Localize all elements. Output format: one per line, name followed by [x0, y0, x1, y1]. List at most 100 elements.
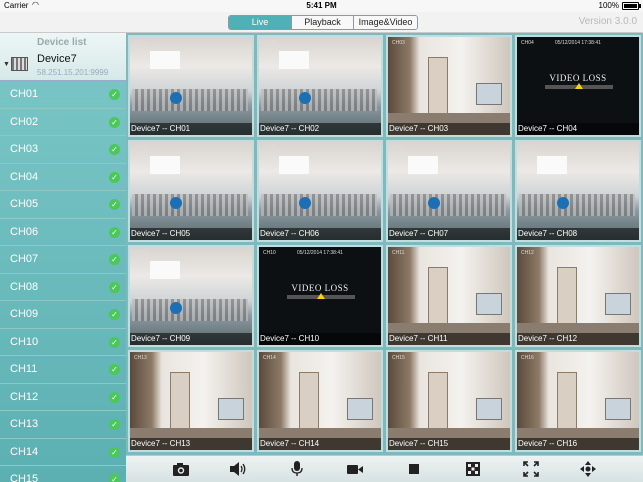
scene-window [537, 156, 567, 174]
video-tile[interactable]: CH12 Device7 -- CH12 [515, 245, 641, 347]
video-tile[interactable]: CH07 Device7 -- CH07 [386, 140, 512, 242]
channel-label: CH14 [10, 445, 39, 458]
scene-desk [132, 89, 248, 111]
scene-window [347, 398, 373, 420]
device-name: Device7 [37, 53, 77, 65]
grid-layout-icon [466, 462, 480, 476]
mode-segmented-control: Live Playback Image&Video [228, 15, 418, 30]
video-tile[interactable]: CH16 Device7 -- CH16 [515, 350, 641, 452]
video-tile[interactable]: CH03 Device7 -- CH03 [386, 35, 512, 137]
tab-image-video[interactable]: Image&Video [353, 16, 417, 29]
channel-item[interactable]: CH14 ✓ [0, 439, 126, 466]
scene-desk [390, 194, 506, 216]
osd-channel: CH05 [134, 145, 147, 151]
check-icon: ✓ [109, 419, 120, 430]
device-sidebar: Device list ▼ Device7 58.251.15.201:9999… [0, 33, 126, 482]
stop-button[interactable] [405, 461, 423, 477]
check-icon: ✓ [109, 254, 120, 265]
channel-item[interactable]: CH13 ✓ [0, 411, 126, 439]
record-button[interactable] [346, 461, 364, 477]
channel-item[interactable]: CH04 ✓ [0, 164, 126, 191]
check-icon: ✓ [109, 89, 120, 100]
scene-window [476, 83, 502, 105]
scene-window [408, 156, 438, 174]
tile-caption: Device7 -- CH05 [130, 228, 252, 240]
tab-live[interactable]: Live [229, 16, 291, 29]
video-tile[interactable]: CH11 Device7 -- CH11 [386, 245, 512, 347]
check-icon: ✓ [109, 336, 120, 348]
video-tile[interactable]: CH13 Device7 -- CH13 [128, 350, 254, 452]
channel-label: CH07 [10, 253, 39, 265]
channel-item[interactable]: CH10 ✓ [0, 329, 126, 356]
channel-item[interactable]: CH01 ✓ [0, 81, 126, 109]
battery-icon [622, 2, 639, 10]
fullscreen-button[interactable] [522, 461, 540, 477]
video-tile[interactable]: CH09 Device7 -- CH09 [128, 245, 254, 347]
video-tile[interactable]: VIDEO LOSS CH10 05/12/2014 17:38:41 Device7… [257, 245, 383, 347]
channel-item[interactable]: CH03 ✓ [0, 136, 126, 164]
channel-item[interactable]: CH07 ✓ [0, 246, 126, 274]
status-time: 5:41 PM [306, 1, 337, 10]
scene-door [428, 57, 448, 119]
warning-icon [575, 83, 583, 89]
audio-button[interactable] [229, 461, 247, 477]
video-grid: CH01 Device7 -- CH01 CH02 Device7 -- CH02 CH… [126, 33, 643, 455]
tab-playback[interactable]: Playback [291, 16, 353, 29]
channel-label: CH05 [10, 198, 39, 210]
warning-icon [317, 293, 325, 299]
battery-percent: 100% [598, 1, 619, 10]
video-tile[interactable]: VIDEO LOSS CH04 05/12/2014 17:38:41 Device7… [515, 35, 641, 137]
device-address: 58.251.15.201:9999 [37, 68, 109, 77]
osd-timestamp: 05/12/2014 17:38:41 [297, 250, 343, 256]
osd-channel: CH09 [134, 250, 147, 256]
tile-caption: Device7 -- CH06 [259, 228, 381, 240]
channel-item[interactable]: CH05 ✓ [0, 191, 126, 219]
channel-label: CH11 [10, 363, 38, 375]
check-icon: ✓ [109, 199, 120, 210]
tile-caption: Device7 -- CH13 [130, 438, 252, 450]
channel-item[interactable]: CH06 ✓ [0, 219, 126, 246]
scene-desk [261, 194, 377, 216]
channel-item[interactable]: CH08 ✓ [0, 274, 126, 301]
nav-bar: Live Playback Image&Video Version 3.0.0 [0, 12, 643, 33]
channel-item[interactable]: CH11 ✓ [0, 356, 126, 384]
channel-label: CH15 [10, 473, 39, 482]
stop-icon [409, 464, 419, 474]
tile-caption: Device7 -- CH08 [517, 228, 639, 240]
osd-channel: CH03 [392, 40, 405, 46]
video-tile[interactable]: CH06 Device7 -- CH06 [257, 140, 383, 242]
channel-label: CH03 [10, 143, 39, 155]
video-tile[interactable]: CH15 Device7 -- CH15 [386, 350, 512, 452]
channel-item[interactable]: CH15 ✓ [0, 466, 126, 482]
channel-item[interactable]: CH02 ✓ [0, 109, 126, 136]
tile-caption: Device7 -- CH16 [517, 438, 639, 450]
talk-button[interactable] [288, 461, 306, 477]
scene-window [605, 398, 631, 420]
layout-button[interactable] [464, 461, 482, 477]
tile-caption: Device7 -- CH04 [517, 123, 639, 135]
scene-desk [261, 89, 377, 111]
channel-list: CH01 ✓ CH02 ✓ CH03 ✓ CH04 ✓ CH05 ✓ CH06 ✓ CH07 ✓ CH08 ✓… [0, 81, 126, 482]
video-tile[interactable]: CH05 Device7 -- CH05 [128, 140, 254, 242]
channel-item[interactable]: CH12 ✓ [0, 384, 126, 411]
scene-door [299, 372, 319, 434]
channel-item[interactable]: CH09 ✓ [0, 301, 126, 329]
osd-channel: CH02 [263, 40, 276, 46]
ptz-button[interactable] [579, 461, 597, 477]
check-icon: ✓ [109, 364, 120, 375]
channel-label: CH10 [10, 335, 39, 348]
video-tile[interactable]: CH01 Device7 -- CH01 [128, 35, 254, 137]
osd-channel: CH15 [392, 355, 405, 361]
snapshot-button[interactable] [172, 461, 190, 477]
video-tile[interactable]: CH08 Device7 -- CH08 [515, 140, 641, 242]
version-label: Version 3.0.0 [578, 16, 637, 27]
scene-chair [557, 197, 569, 209]
scene-door [557, 372, 577, 434]
check-icon: ✓ [109, 226, 120, 238]
chevron-down-icon[interactable]: ▼ [3, 61, 10, 68]
video-loss-text: VIDEO LOSS [549, 73, 607, 83]
video-tile[interactable]: CH02 Device7 -- CH02 [257, 35, 383, 137]
video-tile[interactable]: CH14 Device7 -- CH14 [257, 350, 383, 452]
speaker-icon [230, 462, 246, 476]
device-list-header[interactable]: Device list ▼ Device7 58.251.15.201:9999 [0, 33, 126, 81]
